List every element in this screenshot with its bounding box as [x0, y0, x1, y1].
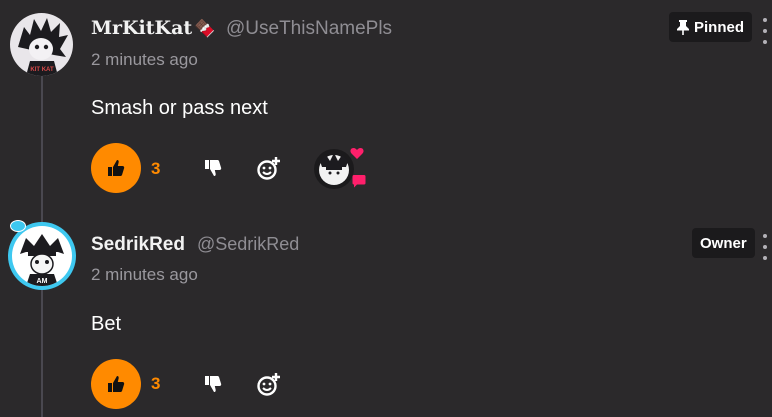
username[interactable]: MrKitKat 🍫	[91, 17, 215, 40]
heart-icon	[350, 147, 364, 165]
avatar-shirt-text: AM	[37, 278, 48, 285]
avatar[interactable]: AM	[12, 226, 72, 286]
thumbs-up-icon	[108, 160, 125, 176]
add-reaction-button[interactable]	[256, 371, 282, 397]
avatar-ring[interactable]: AM	[8, 220, 76, 290]
like-button[interactable]	[91, 359, 141, 409]
dot-icon	[763, 29, 767, 33]
thumbs-down-icon	[205, 160, 222, 176]
thumbs-down-icon	[205, 376, 222, 392]
timestamp[interactable]: 2 minutes ago	[91, 50, 198, 70]
like-button[interactable]	[91, 143, 141, 193]
dot-icon	[763, 245, 767, 249]
thumbs-up-icon	[108, 376, 125, 392]
add-emoji-icon	[257, 157, 280, 180]
badge-label: Pinned	[694, 18, 745, 36]
like-count: 3	[151, 159, 161, 178]
comment-text: Bet	[91, 313, 122, 335]
chat-bubble-icon	[352, 174, 366, 193]
pinned-badge: Pinned	[669, 12, 753, 42]
timestamp[interactable]: 2 minutes ago	[91, 265, 198, 285]
username-text[interactable]: MrKitKat	[91, 17, 192, 39]
avatar-decoration-icon	[10, 220, 26, 232]
avatar-shirt-text: KIT KAT	[30, 67, 54, 73]
dislike-button[interactable]	[202, 157, 224, 179]
pin-icon	[677, 19, 689, 35]
comment-item: KIT KAT MrKitKat 🍫 @UseThisNamePls 2 minu…	[0, 0, 772, 210]
dot-icon	[763, 256, 767, 260]
more-options-button[interactable]	[760, 234, 770, 260]
badge-label: Owner	[700, 234, 747, 252]
creator-avatar	[314, 149, 354, 189]
owner-badge: Owner	[692, 228, 755, 258]
username[interactable]: SedrikRed	[91, 234, 185, 256]
chocolate-bar-icon: 🍫	[194, 19, 216, 38]
add-reaction-button[interactable]	[256, 155, 282, 181]
dot-icon	[763, 234, 767, 238]
dislike-button[interactable]	[202, 373, 224, 395]
comment-text: Smash or pass next	[91, 97, 268, 119]
add-emoji-icon	[257, 373, 280, 396]
more-options-button[interactable]	[760, 18, 770, 44]
avatar[interactable]: KIT KAT	[10, 13, 73, 76]
like-count: 3	[151, 374, 161, 393]
dot-icon	[763, 18, 767, 22]
user-handle[interactable]: @UseThisNamePls	[226, 18, 392, 40]
comment-item: AM SedrikRed @SedrikRed 2 minutes ago Be…	[0, 210, 772, 417]
creator-reaction[interactable]	[310, 145, 372, 193]
dot-icon	[763, 40, 767, 44]
user-handle[interactable]: @SedrikRed	[197, 234, 299, 255]
